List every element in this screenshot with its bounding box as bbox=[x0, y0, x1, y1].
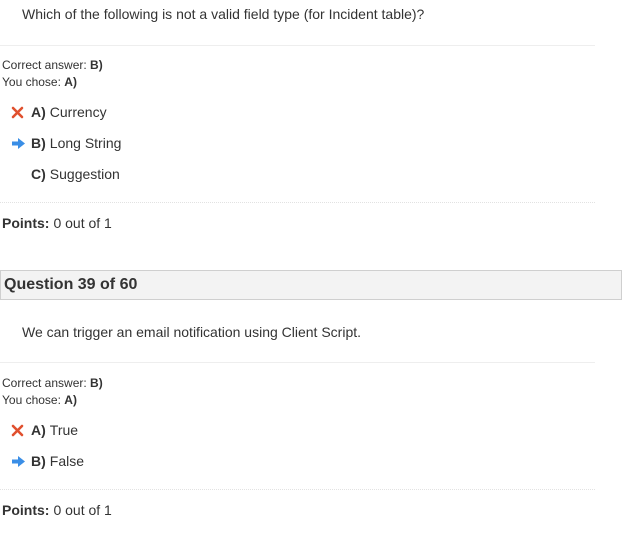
you-chose-value: A) bbox=[64, 393, 77, 407]
you-chose-line: You chose: A) bbox=[2, 74, 103, 91]
wrong-x-icon bbox=[11, 422, 31, 438]
option-text: Suggestion bbox=[49, 166, 120, 182]
option-c: C) Suggestion bbox=[11, 164, 120, 184]
answer-summary-38: Correct answer: B) You chose: A) bbox=[2, 57, 103, 91]
correct-arrow-icon bbox=[11, 453, 31, 469]
correct-answer-line: Correct answer: B) bbox=[2, 375, 103, 392]
answer-summary-39: Correct answer: B) You chose: A) bbox=[2, 375, 103, 409]
you-chose-value: A) bbox=[64, 75, 77, 89]
option-letter: B) bbox=[31, 135, 46, 151]
option-text: Long String bbox=[49, 135, 122, 151]
wrong-x-icon bbox=[11, 104, 31, 120]
points-39: Points: 0 out of 1 bbox=[2, 502, 112, 518]
correct-answer-label: Correct answer: bbox=[2, 58, 87, 72]
correct-answer-value: B) bbox=[90, 58, 103, 72]
you-chose-line: You chose: A) bbox=[2, 392, 103, 409]
option-letter: B) bbox=[31, 453, 46, 469]
option-a: A) True bbox=[11, 420, 78, 440]
option-text: Currency bbox=[49, 104, 107, 120]
divider bbox=[0, 202, 595, 203]
correct-answer-value: B) bbox=[90, 376, 103, 390]
question-39-text: We can trigger an email notification usi… bbox=[22, 324, 362, 340]
points-label: Points: bbox=[2, 502, 50, 518]
you-chose-label: You chose: bbox=[2, 393, 61, 407]
option-letter: A) bbox=[31, 422, 46, 438]
divider bbox=[0, 362, 595, 363]
option-letter: C) bbox=[31, 166, 46, 182]
divider bbox=[0, 45, 595, 46]
you-chose-label: You chose: bbox=[2, 75, 61, 89]
option-a: A) Currency bbox=[11, 102, 107, 122]
empty-mark bbox=[11, 166, 31, 182]
points-38: Points: 0 out of 1 bbox=[2, 215, 112, 231]
divider bbox=[0, 489, 595, 490]
question-39-header: Question 39 of 60 bbox=[0, 270, 622, 300]
option-text: True bbox=[49, 422, 79, 438]
points-value: 0 out of 1 bbox=[53, 215, 112, 231]
question-38-text: Which of the following is not a valid fi… bbox=[22, 6, 425, 22]
option-letter: A) bbox=[31, 104, 46, 120]
option-b: B) Long String bbox=[11, 133, 121, 153]
points-value: 0 out of 1 bbox=[53, 502, 112, 518]
correct-answer-label: Correct answer: bbox=[2, 376, 87, 390]
correct-answer-line: Correct answer: B) bbox=[2, 57, 103, 74]
correct-arrow-icon bbox=[11, 135, 31, 151]
points-label: Points: bbox=[2, 215, 50, 231]
option-text: False bbox=[49, 453, 85, 469]
option-b: B) False bbox=[11, 451, 84, 471]
